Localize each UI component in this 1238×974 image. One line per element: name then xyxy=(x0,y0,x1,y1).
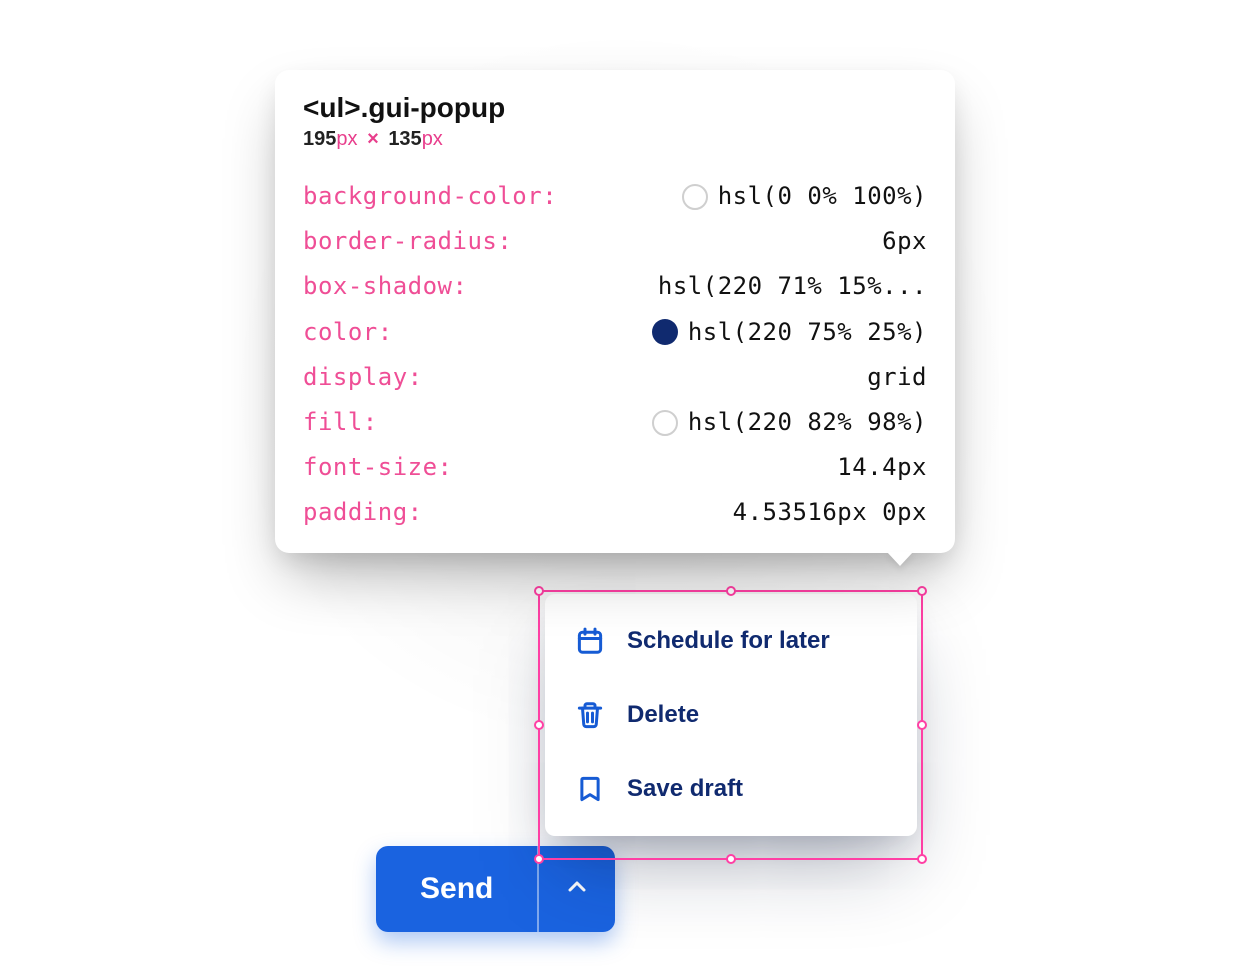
style-value-text: hsl(220 75% 25%) xyxy=(688,317,927,348)
tooltip-style-row: background-color: hsl(0 0% 100%) xyxy=(303,181,927,212)
style-property-name: padding xyxy=(303,497,408,528)
style-property-value: grid xyxy=(423,362,927,393)
trash-icon xyxy=(575,700,605,730)
selection-handle[interactable] xyxy=(917,720,927,730)
style-property-value: hsl(220 82% 98%) xyxy=(378,407,927,438)
popup-menu-item-label: Save draft xyxy=(627,775,743,803)
send-button[interactable]: Send xyxy=(376,846,537,932)
style-property-name: font-size xyxy=(303,452,438,483)
devtools-tooltip: <ul>.gui-popup 195px × 135px background-… xyxy=(275,70,955,553)
tooltip-selector-tag: <ul> xyxy=(303,92,361,123)
style-colon: : xyxy=(363,407,378,438)
style-value-text: 14.4px xyxy=(837,452,927,483)
send-split-button: Send xyxy=(376,846,615,932)
style-property-name: border-radius xyxy=(303,226,497,257)
tooltip-selector-class: .gui-popup xyxy=(361,92,506,123)
selection-handle[interactable] xyxy=(534,586,544,596)
style-value-text: grid xyxy=(867,362,927,393)
style-value-text: hsl(220 71% 15%... xyxy=(658,271,927,302)
tooltip-height-unit: px xyxy=(422,128,443,150)
style-colon: : xyxy=(378,317,393,348)
color-swatch-icon xyxy=(652,410,678,436)
style-value-text: hsl(0 0% 100%) xyxy=(718,181,927,212)
style-property-value: hsl(0 0% 100%) xyxy=(557,181,927,212)
tooltip-width-unit: px xyxy=(336,128,357,150)
tooltip-style-rows: background-color: hsl(0 0% 100%) border-ra… xyxy=(303,181,927,529)
send-chevron-button[interactable] xyxy=(537,846,615,932)
style-colon: : xyxy=(542,181,557,212)
calendar-icon xyxy=(575,626,605,656)
style-value-text: 6px xyxy=(882,226,927,257)
style-colon: : xyxy=(497,226,512,257)
tooltip-selector: <ul>.gui-popup xyxy=(303,92,927,124)
selection-handle[interactable] xyxy=(917,586,927,596)
style-property-name: background-color xyxy=(303,181,542,212)
color-swatch-icon xyxy=(682,184,708,210)
popup-menu-item[interactable]: Delete xyxy=(545,678,917,752)
tooltip-style-row: padding: 4.53516px 0px xyxy=(303,497,927,528)
tooltip-style-row: box-shadow: hsl(220 71% 15%... xyxy=(303,271,927,302)
send-button-label: Send xyxy=(420,872,493,906)
gui-popup: Schedule for later Delete Save draft xyxy=(545,594,917,836)
style-property-name: box-shadow xyxy=(303,271,453,302)
style-property-value: hsl(220 75% 25%) xyxy=(393,317,927,348)
style-property-value: 14.4px xyxy=(453,452,928,483)
tooltip-style-row: color: hsl(220 75% 25%) xyxy=(303,317,927,348)
tooltip-times: × xyxy=(367,128,379,150)
style-value-text: 4.53516px 0px xyxy=(733,497,927,528)
style-property-name: color xyxy=(303,317,378,348)
chevron-up-icon xyxy=(565,875,589,904)
tooltip-dimensions: 195px × 135px xyxy=(303,128,927,151)
bookmark-icon xyxy=(575,774,605,804)
popup-menu-item-label: Schedule for later xyxy=(627,627,830,655)
popup-menu-item-label: Delete xyxy=(627,701,699,729)
tooltip-width: 195 xyxy=(303,128,336,150)
style-value-text: hsl(220 82% 98%) xyxy=(688,407,927,438)
style-property-name: display xyxy=(303,362,408,393)
style-property-value: 4.53516px 0px xyxy=(423,497,927,528)
color-swatch-icon xyxy=(652,319,678,345)
selection-handle[interactable] xyxy=(534,720,544,730)
style-property-name: fill xyxy=(303,407,363,438)
style-property-value: hsl(220 71% 15%... xyxy=(467,271,927,302)
selection-handle[interactable] xyxy=(917,854,927,864)
style-colon: : xyxy=(438,452,453,483)
tooltip-style-row: display: grid xyxy=(303,362,927,393)
popup-menu-item[interactable]: Save draft xyxy=(545,752,917,826)
style-colon: : xyxy=(453,271,468,302)
style-colon: : xyxy=(408,362,423,393)
tooltip-style-row: border-radius: 6px xyxy=(303,226,927,257)
style-colon: : xyxy=(408,497,423,528)
selection-handle[interactable] xyxy=(726,854,736,864)
popup-menu-item[interactable]: Schedule for later xyxy=(545,604,917,678)
style-property-value: 6px xyxy=(512,226,927,257)
tooltip-style-row: fill: hsl(220 82% 98%) xyxy=(303,407,927,438)
tooltip-style-row: font-size: 14.4px xyxy=(303,452,927,483)
tooltip-height: 135 xyxy=(388,128,421,150)
